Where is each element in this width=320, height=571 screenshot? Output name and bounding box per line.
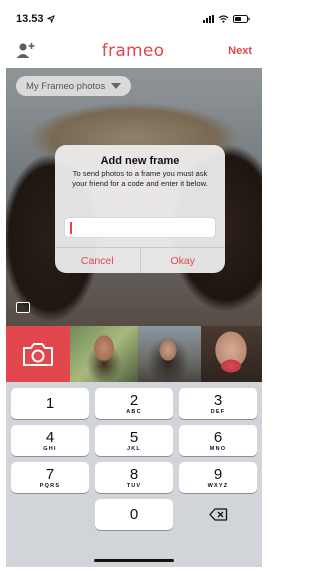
frame-code-input[interactable] xyxy=(64,217,216,238)
status-right xyxy=(203,15,250,23)
key-4[interactable]: 4 GHI xyxy=(11,425,89,456)
key-number: 0 xyxy=(129,506,139,523)
add-user-button[interactable] xyxy=(16,41,38,61)
key-letters: TUV xyxy=(126,482,142,489)
key-letters: MNO xyxy=(209,445,227,452)
key-7[interactable]: 7 PQRS xyxy=(11,462,89,493)
okay-button[interactable]: Okay xyxy=(139,248,226,273)
status-time: 13.53 xyxy=(16,13,44,25)
key-number: 8 xyxy=(129,465,139,483)
key-letters: JKL xyxy=(127,445,141,452)
signal-icon xyxy=(203,15,214,23)
text-cursor xyxy=(70,222,72,234)
key-number: 7 xyxy=(45,465,55,483)
key-number: 4 xyxy=(45,428,55,446)
album-selector-label: My Frameo photos xyxy=(26,80,106,92)
frameo-logo: frameo xyxy=(101,41,165,61)
nav-bar: frameo Next xyxy=(6,34,262,68)
backspace-icon xyxy=(208,508,227,521)
key-number: 2 xyxy=(129,391,139,409)
key-empty xyxy=(11,499,89,530)
wifi-icon xyxy=(218,15,229,23)
home-indicator[interactable] xyxy=(94,559,174,562)
add-frame-dialog: Add new frame To send photos to a frame … xyxy=(55,145,225,273)
add-user-icon xyxy=(16,43,35,58)
key-number: 9 xyxy=(213,465,223,483)
status-left: 13.53 xyxy=(16,13,55,25)
key-6[interactable]: 6 MNO xyxy=(179,425,257,456)
key-0[interactable]: 0 xyxy=(95,499,173,530)
key-number: 3 xyxy=(213,391,223,409)
key-9[interactable]: 9 WXYZ xyxy=(179,462,257,493)
key-number: 6 xyxy=(213,428,223,446)
keypad-row: 0 xyxy=(11,499,257,530)
key-5[interactable]: 5 JKL xyxy=(95,425,173,456)
album-selector[interactable]: My Frameo photos xyxy=(16,76,132,96)
dialog-actions: Cancel Okay xyxy=(55,247,225,273)
key-2[interactable]: 2 ABC xyxy=(95,388,173,419)
key-letters: ABC xyxy=(126,408,142,415)
key-3[interactable]: 3 DEF xyxy=(179,388,257,419)
key-letters: WXYZ xyxy=(207,482,229,489)
cancel-button[interactable]: Cancel xyxy=(55,248,140,273)
location-arrow-icon xyxy=(46,15,55,23)
photo-thumbnail[interactable] xyxy=(70,326,138,382)
status-bar: 13.53 xyxy=(6,4,262,34)
battery-icon xyxy=(233,15,250,23)
next-button[interactable]: Next xyxy=(228,45,252,57)
dialog-message: To send photos to a frame you must ask y… xyxy=(72,169,208,188)
key-number: 1 xyxy=(45,394,55,412)
camera-button[interactable] xyxy=(6,326,70,382)
numeric-keypad: 1 2 ABC 3 DEF 4 GHI 5 JKL 6 MNO 7 PQRS 8 TUV 9W… xyxy=(6,382,262,567)
gallery-icon[interactable] xyxy=(16,302,30,313)
camera-icon xyxy=(23,343,53,366)
chevron-down-icon xyxy=(111,83,122,89)
keypad-row: 1 2 ABC 3 DEF xyxy=(11,388,257,419)
key-letters: DEF xyxy=(210,408,226,415)
key-letters: GHI xyxy=(43,445,57,452)
photo-strip xyxy=(6,326,262,382)
key-letters: PQRS xyxy=(39,482,61,489)
keypad-row: 4 GHI 5 JKL 6 MNO xyxy=(11,425,257,456)
key-1[interactable]: 1 xyxy=(11,388,89,419)
photo-thumbnail[interactable] xyxy=(138,326,201,382)
key-8[interactable]: 8 TUV xyxy=(95,462,173,493)
photo-thumbnail[interactable] xyxy=(201,326,262,382)
keypad-row: 7 PQRS 8 TUV 9 WXYZ xyxy=(11,462,257,493)
app-screen: 13.53 frameo Next My Frameo photos Add n… xyxy=(6,4,262,567)
key-number: 5 xyxy=(129,428,139,446)
dialog-title: Add new frame xyxy=(100,155,180,167)
backspace-key[interactable] xyxy=(179,499,257,530)
